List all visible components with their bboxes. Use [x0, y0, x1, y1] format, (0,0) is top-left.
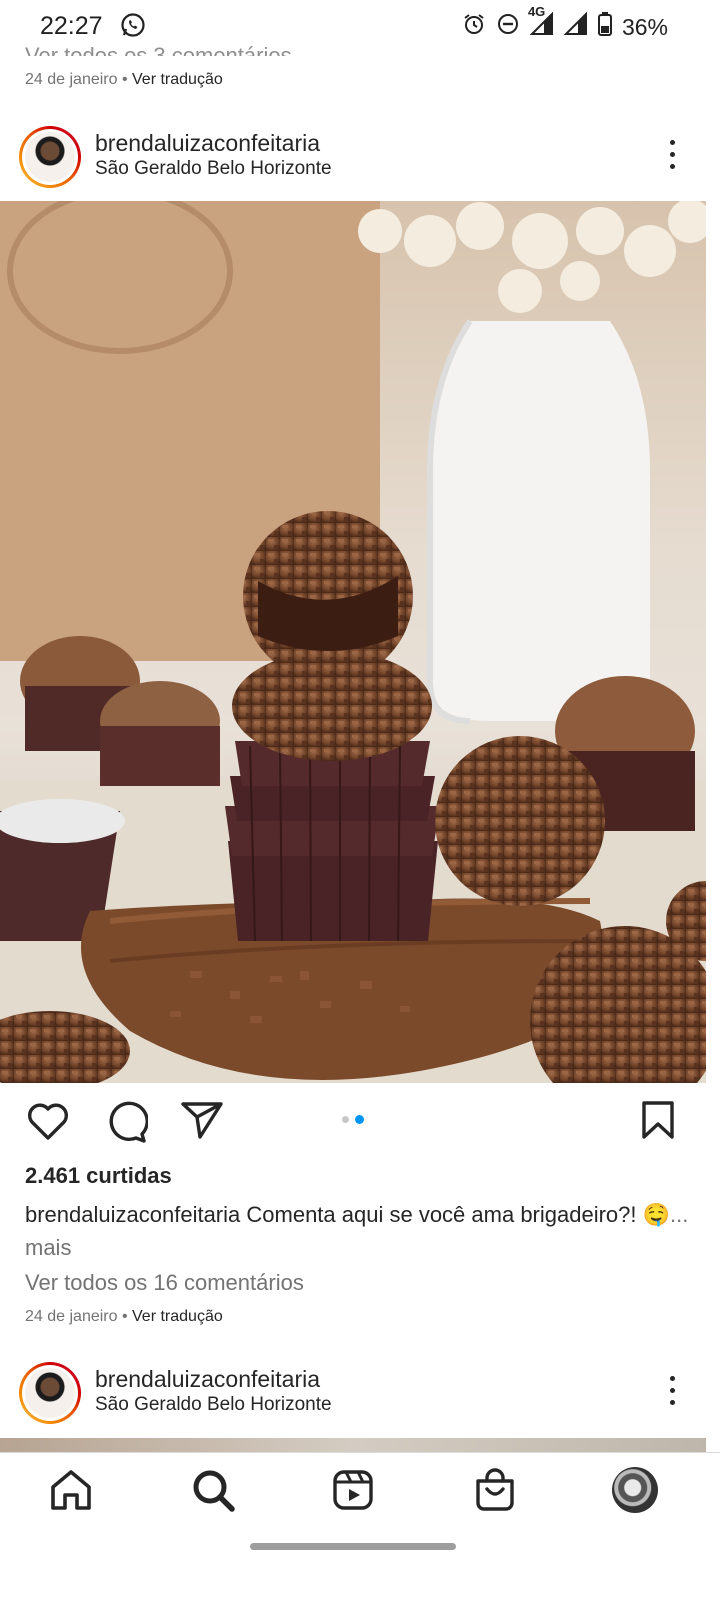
- signal-icon-2: [563, 11, 588, 42]
- battery-icon: [597, 12, 612, 42]
- post-image[interactable]: [0, 201, 706, 1083]
- translate-link[interactable]: Ver tradução: [132, 71, 223, 88]
- next-post-image[interactable]: [0, 1438, 706, 1452]
- post-location[interactable]: São Geraldo Belo Horizonte: [95, 1394, 332, 1416]
- avatar[interactable]: [19, 1362, 81, 1424]
- avatar[interactable]: [19, 126, 81, 188]
- post-actions: [0, 1100, 720, 1150]
- caption: brendaluizaconfeitaria Comenta aqui se v…: [25, 1198, 695, 1264]
- caption-username[interactable]: brendaluizaconfeitaria: [25, 1202, 240, 1227]
- reels-icon[interactable]: [330, 1467, 376, 1513]
- previous-comments-link[interactable]: Ver todos os 3 comentários: [25, 34, 292, 56]
- previous-post-meta: 24 de janeiro • Ver tradução: [25, 71, 223, 88]
- post-username[interactable]: brendaluizaconfeitaria: [95, 130, 320, 157]
- comment-icon[interactable]: [104, 1100, 149, 1149]
- share-icon[interactable]: [180, 1100, 224, 1145]
- translate-link[interactable]: Ver tradução: [132, 1308, 223, 1325]
- carousel-indicator: [342, 1115, 364, 1124]
- more-icon[interactable]: [668, 1376, 676, 1412]
- bookmark-icon[interactable]: [640, 1100, 676, 1145]
- post-date: 24 de janeiro: [25, 1308, 118, 1325]
- search-icon[interactable]: [190, 1467, 236, 1513]
- likes-count[interactable]: 2.461 curtidas: [25, 1163, 172, 1189]
- network-label: 4G: [527, 4, 546, 19]
- signal-icon: 4G: [528, 4, 554, 42]
- post-date: 24 de janeiro: [25, 71, 118, 88]
- dnd-icon: [496, 12, 520, 42]
- more-icon[interactable]: [668, 140, 676, 176]
- post-meta: 24 de janeiro • Ver tradução: [25, 1308, 223, 1325]
- home-icon[interactable]: [48, 1467, 94, 1513]
- post-username[interactable]: brendaluizaconfeitaria: [95, 1366, 320, 1393]
- battery-level: 36%: [621, 13, 668, 40]
- shop-icon[interactable]: [472, 1467, 518, 1513]
- caption-text: Comenta aqui se você ama brigadeiro?! 🤤: [246, 1202, 671, 1227]
- next-post-header: brendaluizaconfeitaria São Geraldo Belo …: [0, 1362, 720, 1438]
- heart-icon[interactable]: [26, 1100, 70, 1147]
- status-icons: 4G 36%: [462, 4, 668, 42]
- post-location[interactable]: São Geraldo Belo Horizonte: [95, 158, 332, 180]
- profile-avatar[interactable]: [612, 1467, 658, 1513]
- home-indicator[interactable]: [250, 1543, 456, 1550]
- alarm-icon: [462, 12, 486, 42]
- view-comments-link[interactable]: Ver todos os 16 comentários: [25, 1270, 304, 1296]
- post-header: brendaluizaconfeitaria São Geraldo Belo …: [0, 126, 720, 202]
